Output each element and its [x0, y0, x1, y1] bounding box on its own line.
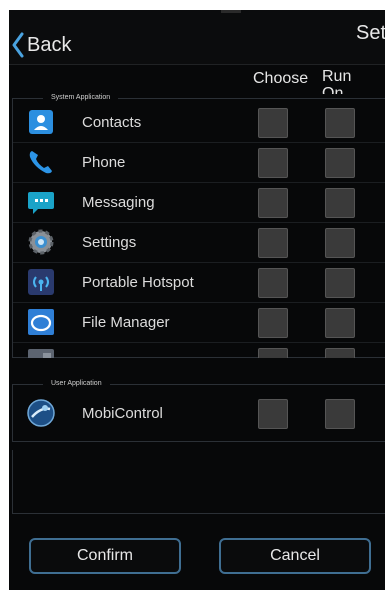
app-row-messaging[interactable]: Messaging — [13, 183, 385, 223]
file-manager-icon — [28, 309, 54, 335]
app-label: Phone — [82, 154, 126, 171]
app-screen: Back Set Choose Run On System Applicatio… — [9, 10, 385, 590]
hotspot-icon — [28, 269, 54, 295]
contacts-icon — [29, 110, 53, 134]
app-label: Portable Hotspot — [82, 274, 194, 291]
app-label: Settings — [82, 234, 137, 251]
run-on-checkbox[interactable] — [325, 108, 355, 138]
app-label: Contacts — [82, 114, 142, 131]
app-label: File Manager — [82, 314, 170, 331]
app-row-phone[interactable]: Phone — [13, 143, 385, 183]
app-row-portable-hotspot[interactable]: Portable Hotspot — [13, 263, 385, 303]
system-application-group: System Application Contacts Phone Messag… — [12, 93, 385, 358]
mobicontrol-icon — [27, 399, 55, 427]
run-on-checkbox[interactable] — [325, 188, 355, 218]
choose-checkbox[interactable] — [258, 399, 288, 429]
list-bottom-frame — [12, 450, 385, 514]
back-button[interactable]: Back — [11, 32, 71, 58]
back-label: Back — [27, 33, 72, 56]
choose-checkbox[interactable] — [258, 348, 288, 358]
settings-gear-icon — [28, 229, 54, 255]
system-application-label: System Application — [43, 93, 119, 103]
top-bar: Back Set — [9, 10, 385, 64]
app-row-contacts[interactable]: Contacts — [13, 103, 385, 143]
app-label: MobiControl — [82, 405, 163, 422]
app-row-calculator[interactable] — [13, 343, 385, 358]
choose-checkbox[interactable] — [258, 108, 288, 138]
cancel-button[interactable]: Cancel — [219, 538, 371, 574]
phone-icon — [29, 151, 52, 174]
user-application-label: User Application — [43, 379, 110, 389]
choose-checkbox[interactable] — [258, 188, 288, 218]
run-on-checkbox[interactable] — [325, 268, 355, 298]
app-row-settings[interactable]: Settings — [13, 223, 385, 263]
calculator-icon — [28, 349, 54, 358]
column-header-choose: Choose — [253, 70, 309, 87]
run-on-checkbox[interactable] — [325, 308, 355, 338]
app-row-file-manager[interactable]: File Manager — [13, 303, 385, 343]
run-on-checkbox[interactable] — [325, 148, 355, 178]
choose-checkbox[interactable] — [258, 308, 288, 338]
column-header-run-on: Run On — [322, 68, 352, 94]
choose-checkbox[interactable] — [258, 228, 288, 258]
choose-checkbox[interactable] — [258, 148, 288, 178]
chevron-left-icon — [12, 32, 24, 58]
status-notch — [221, 10, 241, 13]
messaging-icon — [28, 192, 54, 214]
run-on-checkbox[interactable] — [325, 348, 355, 358]
user-application-group: User Application MobiControl — [12, 379, 385, 442]
page-title: Set — [356, 22, 385, 44]
choose-checkbox[interactable] — [258, 268, 288, 298]
app-label: Messaging — [82, 194, 155, 211]
run-on-checkbox[interactable] — [325, 228, 355, 258]
app-row-mobicontrol[interactable]: MobiControl — [13, 394, 385, 434]
run-on-checkbox[interactable] — [325, 399, 355, 429]
confirm-button[interactable]: Confirm — [29, 538, 181, 574]
header-divider — [9, 64, 385, 65]
